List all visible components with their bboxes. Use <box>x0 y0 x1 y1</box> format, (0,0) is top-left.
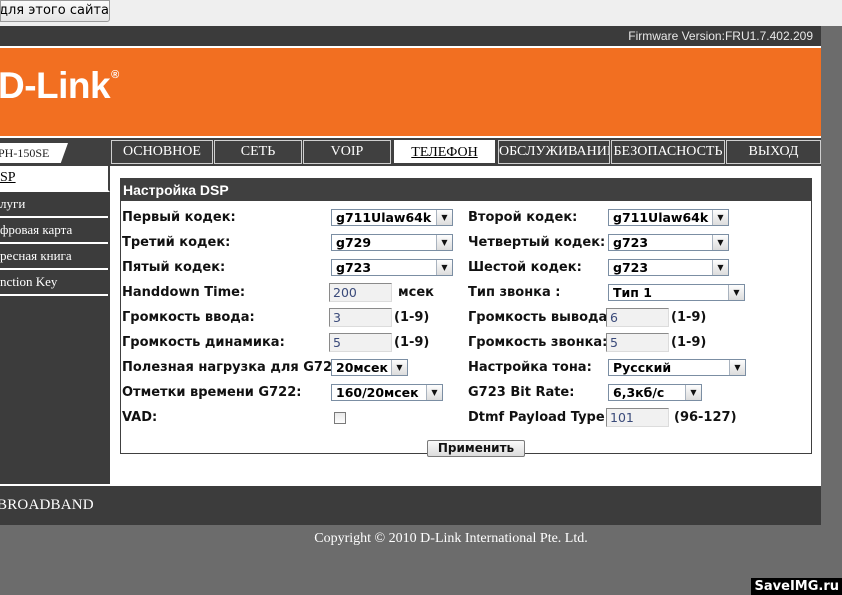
codec6-label: Шестой кодек: <box>468 260 582 275</box>
input-volume-input[interactable]: 3 <box>329 308 392 327</box>
codec1-label: Первый кодек: <box>122 210 236 225</box>
chevron-down-icon: ▼ <box>728 285 744 300</box>
input-volume-range: (1-9) <box>394 310 430 325</box>
codec6-select[interactable]: g723 ▼ <box>608 259 729 276</box>
ring-volume-range: (1-9) <box>671 335 707 350</box>
copyright: Copyright © 2010 D-Link International Pt… <box>314 531 588 546</box>
sidebar-item-dsp[interactable]: SP <box>0 166 110 192</box>
chevron-down-icon: ▼ <box>712 260 728 275</box>
handdown-unit: мсек <box>398 285 434 300</box>
tab-basic[interactable]: ОСНОВНОЕ <box>111 140 213 164</box>
footer-bar: BROADBAND <box>0 484 821 525</box>
g722-label: Отметки времени G722: <box>122 385 302 400</box>
ring-type-label: Тип звонка : <box>468 285 561 300</box>
tab-network[interactable]: СЕТЬ <box>214 140 302 164</box>
sidebar-item-address-book[interactable]: ресная книга <box>0 244 108 270</box>
g723-rate-select[interactable]: 6,3кб/с ▼ <box>608 384 702 401</box>
speaker-volume-range: (1-9) <box>394 335 430 350</box>
codec4-label: Четвертый кодек: <box>468 235 606 250</box>
g729-payload-select[interactable]: 20мсек ▼ <box>331 359 408 376</box>
tone-label: Настройка тона: <box>468 360 592 375</box>
apply-button[interactable]: Применить <box>427 440 525 457</box>
firmware-bar: Firmware Version:FRU1.7.402.209 <box>0 26 821 48</box>
codec2-label: Второй кодек: <box>468 210 578 225</box>
chevron-down-icon: ▼ <box>436 210 452 225</box>
output-volume-range: (1-9) <box>671 310 707 325</box>
dtmf-range: (96-127) <box>674 410 737 425</box>
model-label: PH-150SE <box>0 143 68 163</box>
chevron-down-icon: ▼ <box>712 235 728 250</box>
tab-logout[interactable]: ВЫХОД <box>726 140 821 164</box>
broadband-label: BROADBAND <box>0 497 94 513</box>
handdown-input[interactable]: 200 <box>329 283 392 302</box>
chevron-down-icon: ▼ <box>729 360 745 375</box>
g729-payload-label: Полезная нагрузка для G729: <box>122 360 347 375</box>
handdown-label: Handdown Time: <box>122 285 246 300</box>
sidebar-item-services[interactable]: луги <box>0 192 108 218</box>
chevron-down-icon: ▼ <box>436 260 452 275</box>
codec3-label: Третий кодек: <box>122 235 231 250</box>
dlink-logo: D-Link® <box>0 65 119 106</box>
codec5-label: Пятый кодек: <box>122 260 226 275</box>
tab-maintenance[interactable]: ОБСЛУЖИВАНИЕ <box>498 140 610 164</box>
chevron-down-icon: ▼ <box>426 385 442 400</box>
codec4-select[interactable]: g723 ▼ <box>608 234 729 251</box>
site-settings-button[interactable]: для этого сайта <box>0 0 110 22</box>
ring-volume-label: Громкость звонка: <box>468 335 608 350</box>
dtmf-label: Dtmf Payload Type: <box>468 410 610 425</box>
speaker-volume-input[interactable]: 5 <box>329 333 392 352</box>
vad-checkbox[interactable] <box>334 412 346 424</box>
router-page: Firmware Version:FRU1.7.402.209 D-Link® … <box>0 26 821 525</box>
tone-select[interactable]: Русский ▼ <box>608 359 746 376</box>
chevron-down-icon: ▼ <box>685 385 701 400</box>
ring-volume-input[interactable]: 5 <box>606 333 669 352</box>
g723-rate-label: G723 Bit Rate: <box>468 385 575 400</box>
tab-phone[interactable]: ТЕЛЕФОН <box>392 138 497 165</box>
input-volume-label: Громкость ввода: <box>122 310 255 325</box>
vad-label: VAD: <box>122 410 158 425</box>
tab-voip[interactable]: VOIP <box>303 140 391 164</box>
ring-type-select[interactable]: Тип 1 ▼ <box>608 284 745 301</box>
codec2-select[interactable]: g711Ulaw64k ▼ <box>608 209 729 226</box>
chevron-down-icon: ▼ <box>391 360 407 375</box>
chevron-down-icon: ▼ <box>436 235 452 250</box>
g722-select[interactable]: 160/20мсек ▼ <box>331 384 443 401</box>
main-nav: PH-150SE ОСНОВНОЕ СЕТЬ VOIP ТЕЛЕФОН ОБСЛ… <box>0 138 821 166</box>
brand-banner: D-Link® <box>0 48 821 136</box>
watermark: SaveIMG.ru <box>750 578 842 595</box>
browser-toolbar: для этого сайта <box>0 0 842 26</box>
chevron-down-icon: ▼ <box>712 210 728 225</box>
main-content: Настройка DSP Первый кодек: g711Ulaw64k ▼… <box>110 166 821 484</box>
tab-security[interactable]: БЕЗОПАСНОСТЬ <box>611 140 725 164</box>
output-volume-input[interactable]: 6 <box>606 308 669 327</box>
codec5-select[interactable]: g723 ▼ <box>331 259 453 276</box>
firmware-version: Firmware Version:FRU1.7.402.209 <box>628 29 813 43</box>
dtmf-input[interactable]: 101 <box>606 408 669 427</box>
codec3-select[interactable]: g729 ▼ <box>331 234 453 251</box>
codec1-select[interactable]: g711Ulaw64k ▼ <box>331 209 453 226</box>
sidebar: SP луги фровая карта ресная книга nction… <box>0 166 110 484</box>
dsp-settings-panel: Настройка DSP Первый кодек: g711Ulaw64k ▼… <box>120 178 812 457</box>
panel-title: Настройка DSP <box>121 179 811 201</box>
sidebar-item-digit-map[interactable]: фровая карта <box>0 218 108 244</box>
speaker-volume-label: Громкость динамика: <box>122 335 285 350</box>
sidebar-item-function-key[interactable]: nction Key <box>0 270 108 296</box>
output-volume-label: Громкость вывода: <box>468 310 613 325</box>
